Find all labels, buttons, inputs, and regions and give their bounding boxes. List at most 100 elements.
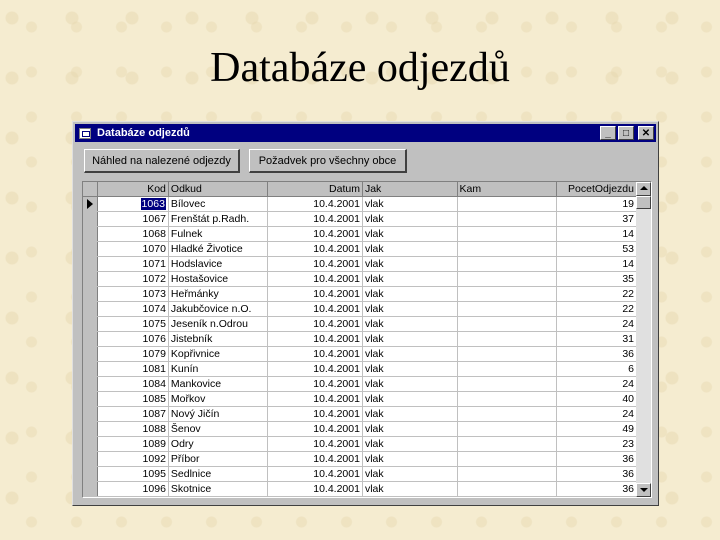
column-header-datum[interactable]: Datum [267,182,363,197]
table-row[interactable]: 1084 Mankovice 10.4.2001 vlak 24 [83,376,637,392]
cell-kam[interactable] [457,211,557,227]
cell-odkud[interactable]: Mankovice [168,376,269,392]
cell-odkud[interactable]: Odry [168,436,269,452]
column-header-kam[interactable]: Kam [457,182,557,197]
row-selector[interactable] [83,211,99,227]
cell-kod[interactable]: 1079 [97,346,169,362]
cell-datum[interactable]: 10.4.2001 [267,256,363,272]
scroll-up-icon[interactable] [636,182,651,196]
cell-kam[interactable] [457,391,557,407]
table-row[interactable]: 1100Studénka10.4.2001vlak 37 [83,496,637,497]
cell-jak[interactable]: vlak [362,361,458,377]
cell-odkud[interactable]: Bílovec [168,196,269,212]
cell-datum[interactable]: 10.4.2001 [267,196,363,212]
row-selector[interactable] [83,226,99,242]
cell-kam[interactable] [457,376,557,392]
cell-kam[interactable] [457,226,557,242]
table-row[interactable]: 1063 Bílovec 10.4.2001 vlak 19 [83,196,637,212]
table-row[interactable]: 1088 Šenov 10.4.2001 vlak 49 [83,421,637,437]
row-selector[interactable] [83,421,99,437]
cell-kam[interactable] [457,496,557,497]
cell-odkud[interactable]: Kunín [168,361,269,377]
cell-kam[interactable] [457,481,557,497]
cell-odkud[interactable]: Heřmánky [168,286,269,302]
cell-odkud[interactable]: Příbor [168,451,269,467]
cell-odkud[interactable]: Sedlnice [168,466,269,482]
departures-grid[interactable]: Kod Odkud Datum Jak Kam PocetOdjezdu 106… [82,181,652,498]
cell-odkud[interactable]: Kopřivnice [168,346,269,362]
cell-pocet-odjezdu[interactable]: 24 [556,316,637,332]
cell-kam[interactable] [457,256,557,272]
cell-datum[interactable]: 10.4.2001 [267,421,363,437]
cell-jak[interactable]: vlak [362,211,458,227]
table-row[interactable]: 1068 Fulnek 10.4.2001 vlak 14 [83,226,637,242]
cell-pocet-odjezdu[interactable]: 23 [556,436,637,452]
table-row[interactable]: 1072 Hostašovice 10.4.2001 vlak 35 [83,271,637,287]
cell-jak[interactable]: vlak [362,301,458,317]
cell-odkud[interactable]: Hodslavice [168,256,269,272]
cell-odkud[interactable]: Skotnice [168,481,269,497]
cell-jak[interactable]: vlak [362,376,458,392]
cell-pocet-odjezdu[interactable]: 14 [556,226,637,242]
table-row[interactable]: 1079 Kopřivnice 10.4.2001 vlak 36 [83,346,637,362]
cell-datum[interactable]: 10.4.2001 [267,271,363,287]
cell-pocet-odjezdu[interactable]: 49 [556,421,637,437]
cell-datum[interactable]: 10.4.2001 [267,346,363,362]
table-row[interactable]: 1070 Hladké Životice 10.4.2001 vlak 53 [83,241,637,257]
cell-datum[interactable]: 10.4.2001 [267,451,363,467]
cell-jak[interactable]: vlak [362,496,458,497]
cell-odkud[interactable]: Mořkov [168,391,269,407]
cell-jak[interactable]: vlak [362,406,458,422]
cell-pocet-odjezdu[interactable]: 37 [556,211,637,227]
cell-jak[interactable]: vlak [362,421,458,437]
cell-kod[interactable]: 1070 [97,241,169,257]
cell-kod[interactable]: 1073 [97,286,169,302]
minimize-button[interactable]: _ [600,126,616,140]
cell-kam[interactable] [457,406,557,422]
cell-kam[interactable] [457,271,557,287]
cell-kod[interactable]: 1096 [97,481,169,497]
cell-odkud[interactable]: Jakubčovice n.O. [168,301,269,317]
cell-jak[interactable]: vlak [362,226,458,242]
row-selector[interactable] [83,241,99,257]
cell-kam[interactable] [457,301,557,317]
cell-kod[interactable]: 1095 [97,466,169,482]
row-selector[interactable] [83,316,99,332]
cell-kam[interactable] [457,331,557,347]
cell-odkud[interactable]: Hostašovice [168,271,269,287]
row-selector[interactable] [83,466,99,482]
cell-pocet-odjezdu[interactable]: 35 [556,271,637,287]
cell-pocet-odjezdu[interactable]: 14 [556,256,637,272]
cell-odkud[interactable]: Studénka [168,496,269,497]
table-row[interactable]: 1075 Jeseník n.Odrou 10.4.2001 vlak 24 [83,316,637,332]
cell-kod[interactable]: 1087 [97,406,169,422]
cell-kod[interactable]: 1085 [97,391,169,407]
table-row[interactable]: 1081 Kunín 10.4.2001 vlak 6 [83,361,637,377]
cell-pocet-odjezdu[interactable]: 22 [556,286,637,302]
cell-jak[interactable]: vlak [362,316,458,332]
cell-jak[interactable]: vlak [362,451,458,467]
cell-pocet-odjezdu[interactable]: 36 [556,481,637,497]
cell-datum[interactable]: 10.4.2001 [267,301,363,317]
cell-datum[interactable]: 10.4.2001 [267,211,363,227]
cell-datum[interactable]: 10.4.2001 [267,286,363,302]
cell-kam[interactable] [457,346,557,362]
cell-kod[interactable]: 1100 [97,496,169,497]
row-selector[interactable] [83,481,99,497]
row-selector[interactable] [83,301,99,317]
cell-jak[interactable]: vlak [362,391,458,407]
cell-odkud[interactable]: Hladké Životice [168,241,269,257]
cell-pocet-odjezdu[interactable]: 53 [556,241,637,257]
close-button[interactable]: ✕ [638,126,654,140]
table-row[interactable]: 1095 Sedlnice 10.4.2001 vlak 36 [83,466,637,482]
row-selector[interactable] [83,436,99,452]
cell-jak[interactable]: vlak [362,436,458,452]
cell-kod[interactable]: 1063 [97,196,169,212]
cell-datum[interactable]: 10.4.2001 [267,226,363,242]
cell-kam[interactable] [457,466,557,482]
cell-odkud[interactable]: Nový Jičín [168,406,269,422]
cell-odkud[interactable]: Jeseník n.Odrou [168,316,269,332]
cell-datum[interactable]: 10.4.2001 [267,376,363,392]
cell-kod[interactable]: 1084 [97,376,169,392]
cell-pocet-odjezdu[interactable]: 40 [556,391,637,407]
